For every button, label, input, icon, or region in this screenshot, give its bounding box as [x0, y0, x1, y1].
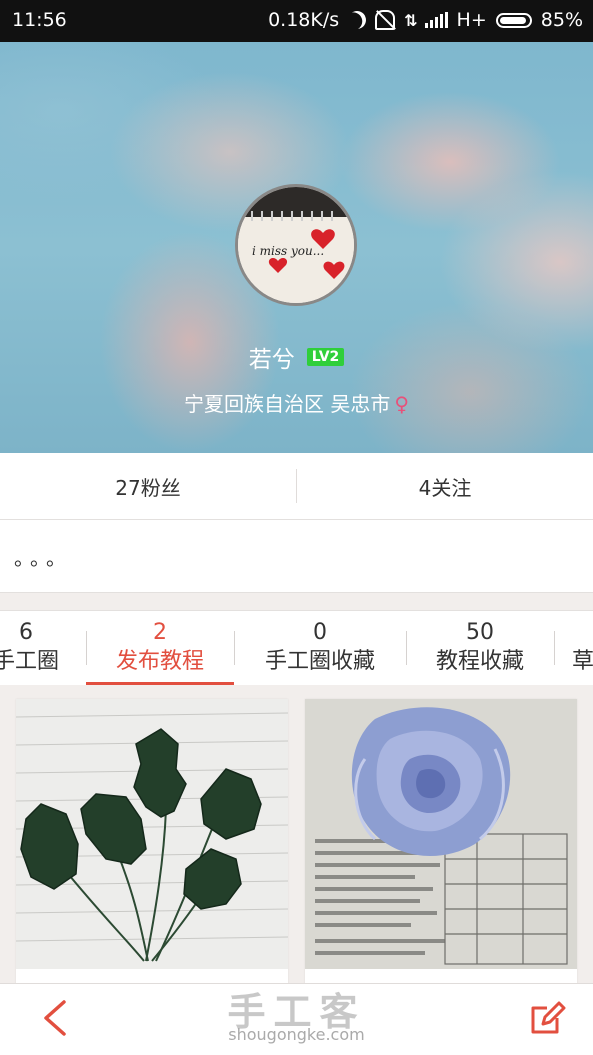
- tab-label: 教程收藏: [435, 649, 524, 674]
- tutorial-card[interactable]: [305, 699, 577, 984]
- tutorial-card[interactable]: [16, 699, 288, 984]
- tab-circle-favorites[interactable]: 0 手工圈收藏: [234, 611, 406, 685]
- edit-icon[interactable]: [527, 998, 567, 1038]
- tab-label: 手工圈收藏: [264, 649, 375, 674]
- level-badge: LV2: [306, 348, 345, 366]
- profile-header: i miss you... 若兮 LV2 宁夏回族自治区 吴忠市 ♀: [0, 42, 593, 453]
- status-bar: 11:56 0.18K/s ⇅ H+ 85%: [0, 0, 593, 42]
- tutorial-grid: [0, 685, 593, 984]
- tab-count: [572, 622, 593, 644]
- tab-count: 6: [19, 620, 33, 645]
- network-speed: 0.18K/s: [268, 9, 340, 31]
- bottom-bar: 手工客 shougongke.com: [0, 983, 593, 1055]
- location-text: 宁夏回族自治区 吴忠市: [183, 392, 391, 416]
- logo-domain: shougongke.com: [228, 1025, 365, 1044]
- tab-label: 发布教程: [115, 649, 204, 674]
- signature-section: 。。。: [0, 520, 593, 593]
- avatar-image: i miss you...: [238, 187, 354, 303]
- network-type: H+: [456, 9, 487, 31]
- status-time: 11:56: [12, 9, 67, 31]
- tab-handcraft-circle[interactable]: 6 手工圈: [0, 611, 82, 685]
- tab-tutorial-favorites[interactable]: 50 教程收藏: [406, 611, 554, 685]
- tab-count: 0: [313, 620, 327, 645]
- avatar[interactable]: i miss you...: [235, 184, 357, 306]
- profile-tabs: 6 手工圈 2 发布教程 0 手工圈收藏 50 教程收藏 草: [0, 610, 593, 686]
- data-transfer-icon: ⇅: [404, 10, 417, 30]
- tab-count: 50: [466, 620, 494, 645]
- status-icons: 0.18K/s ⇅ H+ 85%: [268, 9, 583, 31]
- location-row: 宁夏回族自治区 吴忠市 ♀: [0, 388, 593, 417]
- battery-percent: 85%: [540, 9, 583, 31]
- username-row: 若兮 LV2: [0, 340, 593, 374]
- female-icon: ♀: [394, 392, 409, 416]
- battery-icon: [495, 12, 532, 28]
- mute-bell-icon: [375, 10, 396, 30]
- tab-divider: [554, 631, 555, 665]
- moon-icon: [346, 8, 369, 31]
- tab-drafts[interactable]: 草: [572, 611, 593, 685]
- tab-label: 草: [572, 649, 593, 674]
- fans-count[interactable]: 27粉丝: [0, 472, 296, 501]
- tab-published-tutorials[interactable]: 2 发布教程: [86, 611, 234, 685]
- username: 若兮: [248, 347, 295, 373]
- follow-stats: 27粉丝 4关注: [0, 453, 593, 520]
- tab-label: 手工圈: [0, 649, 59, 674]
- tutorial-image-rose: [305, 699, 577, 969]
- signal-icon: [424, 12, 448, 28]
- avatar-caption: i miss you...: [252, 244, 324, 258]
- following-count[interactable]: 4关注: [297, 472, 593, 501]
- tutorial-image-leaves: [16, 699, 288, 969]
- signature-text: 。。。: [14, 546, 72, 570]
- tab-count: 2: [153, 620, 167, 645]
